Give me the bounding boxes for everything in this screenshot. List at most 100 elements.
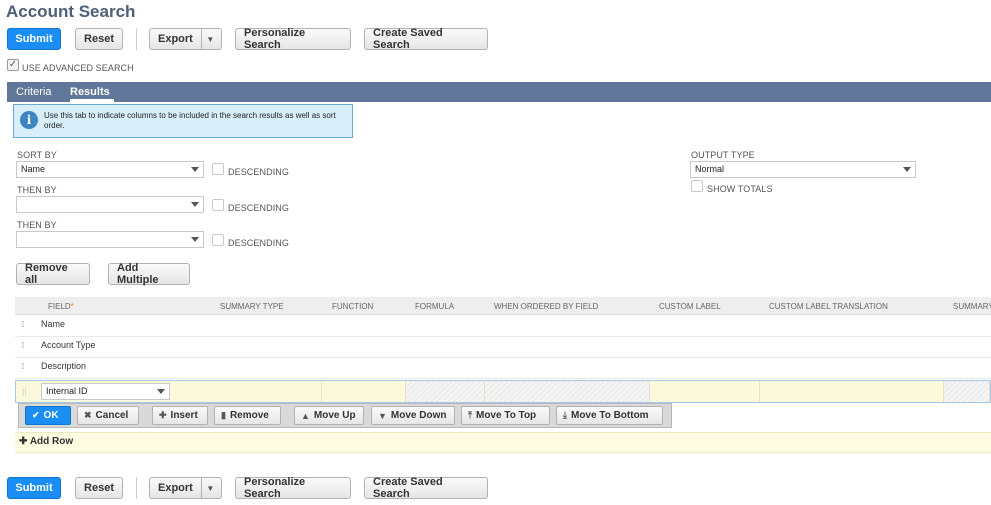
move-to-top-button[interactable]: ⤒ Move To Top: [461, 406, 550, 425]
grid-header: FIELD* SUMMARY TYPE FUNCTION FORMULA WHE…: [15, 297, 991, 315]
toolbar-divider: [136, 28, 137, 50]
export-button[interactable]: Export ▼: [149, 28, 222, 50]
remove-button[interactable]: ▮ Remove: [214, 406, 281, 425]
info-text: Use this tab to indicate columns to be i…: [44, 111, 336, 130]
plus-icon: ✚: [19, 436, 28, 447]
sort-by-select[interactable]: Name: [16, 161, 204, 178]
descending-label-3: DESCENDING: [228, 238, 290, 248]
function-cell[interactable]: [322, 381, 406, 402]
row-field: Description: [41, 361, 87, 371]
personalize-search-button-bottom[interactable]: Personalize Search: [235, 476, 351, 500]
page-title: Account Search: [6, 2, 136, 21]
edit-row[interactable]: ⁞⁞ Internal ID: [15, 380, 991, 403]
output-type-value: Normal: [695, 164, 725, 174]
chevron-down-icon: [191, 237, 199, 242]
export-label: Export: [158, 33, 193, 45]
insert-button[interactable]: ✚ Insert: [152, 406, 208, 425]
summary-cell: [944, 381, 990, 402]
submit-button-bottom[interactable]: Submit: [7, 477, 61, 499]
info-message: i Use this tab to indicate columns to be…: [13, 104, 353, 138]
advanced-search-label: USE ADVANCED SEARCH: [22, 63, 134, 73]
descending-checkbox-1[interactable]: [212, 163, 224, 175]
chevron-down-icon: [191, 167, 199, 172]
sort-by-label: SORT BY: [17, 150, 57, 160]
show-totals-checkbox[interactable]: [691, 180, 703, 192]
move-down-button[interactable]: ▼ Move Down: [371, 406, 455, 425]
drag-handle-icon[interactable]: ⁞⁞: [21, 363, 25, 371]
then-by-label-2: THEN BY: [17, 220, 57, 230]
move-up-button[interactable]: ▲ Move Up: [294, 406, 364, 425]
descending-checkbox-2[interactable]: [212, 199, 224, 211]
add-multiple-button[interactable]: Add Multiple: [108, 262, 190, 286]
export-label: Export: [158, 482, 193, 494]
add-row-button[interactable]: ✚ Add Row: [19, 436, 73, 447]
chevron-down-icon: [157, 389, 165, 394]
drag-handle-icon[interactable]: ⁞⁞: [22, 388, 26, 397]
output-type-label: OUTPUT TYPE: [691, 150, 755, 160]
drag-handle-icon[interactable]: ⁞⁞: [21, 342, 25, 350]
info-icon: i: [20, 111, 38, 129]
arrow-down-icon: ⤓: [563, 410, 567, 420]
tab-bar: Criteria Results: [7, 82, 991, 102]
plus-icon: ✚: [159, 410, 167, 420]
active-tab-indicator: [70, 99, 114, 102]
trash-icon: ▮: [221, 410, 226, 420]
output-type-select[interactable]: Normal: [690, 161, 916, 178]
formula-cell: [406, 381, 485, 402]
chevron-down-icon: [191, 202, 199, 207]
cancel-label: Cancel: [95, 410, 129, 421]
move-to-bottom-label: Move To Bottom: [570, 410, 649, 421]
header-field: FIELD*: [48, 302, 74, 311]
submit-button[interactable]: Submit: [7, 28, 61, 50]
checkmark-icon: ✔: [32, 410, 40, 420]
custom-label-translation-cell[interactable]: [760, 381, 944, 402]
descending-checkbox-3[interactable]: [212, 234, 224, 246]
move-to-top-label: Move To Top: [475, 410, 537, 421]
summary-type-cell[interactable]: [210, 381, 322, 402]
table-row[interactable]: ⁞⁞ Account Type: [15, 337, 991, 358]
show-totals-label: SHOW TOTALS: [707, 184, 773, 194]
personalize-search-button[interactable]: Personalize Search: [235, 27, 351, 51]
field-select[interactable]: Internal ID: [41, 383, 170, 400]
advanced-search-checkbox[interactable]: ✓: [7, 59, 19, 71]
header-when-ordered-by-field: WHEN ORDERED BY FIELD: [494, 302, 599, 311]
arrow-down-icon: ▼: [378, 410, 387, 421]
table-row[interactable]: ⁞⁞ Name: [15, 316, 991, 337]
descending-label-2: DESCENDING: [228, 203, 290, 213]
move-to-bottom-button[interactable]: ⤓ Move To Bottom: [556, 406, 663, 425]
create-saved-search-button-bottom[interactable]: Create Saved Search: [364, 476, 488, 500]
table-row[interactable]: ⁞⁞ Description: [15, 358, 991, 379]
remove-all-button[interactable]: Remove all: [16, 262, 90, 286]
export-button-bottom[interactable]: Export ▼: [149, 477, 222, 499]
chevron-down-icon[interactable]: ▼: [200, 478, 219, 498]
header-summary-type: SUMMARY TYPE: [220, 302, 284, 311]
toolbar-divider: [136, 477, 137, 499]
remove-label: Remove: [229, 410, 269, 421]
close-icon: ✖: [84, 410, 92, 420]
custom-label-cell[interactable]: [650, 381, 760, 402]
row-action-bar: ✔ OK ✖ Cancel ✚ Insert ▮ Remove ▲ Move U…: [18, 403, 672, 428]
tab-criteria[interactable]: Criteria: [16, 86, 51, 98]
chevron-down-icon[interactable]: ▼: [200, 29, 219, 49]
move-down-label: Move Down: [390, 410, 447, 421]
arrow-up-icon: ⤒: [468, 410, 472, 420]
header-custom-label: CUSTOM LABEL: [659, 302, 721, 311]
add-row-label: Add Row: [29, 436, 74, 447]
drag-handle-icon[interactable]: ⁞⁞: [21, 321, 25, 329]
reset-button-bottom[interactable]: Reset: [75, 477, 123, 499]
when-ordered-by-cell: [485, 381, 650, 402]
tab-results[interactable]: Results: [70, 86, 110, 98]
then-by-select-1[interactable]: [16, 196, 204, 213]
header-summary: SUMMARY: [953, 302, 991, 311]
header-function: FUNCTION: [332, 302, 374, 311]
ok-label: OK: [43, 410, 59, 421]
field-select-value: Internal ID: [46, 386, 88, 396]
chevron-down-icon: [903, 167, 911, 172]
reset-button[interactable]: Reset: [75, 28, 123, 50]
row-field: Name: [41, 319, 66, 329]
cancel-button[interactable]: ✖ Cancel: [77, 406, 139, 425]
arrow-up-icon: ▲: [301, 410, 310, 421]
ok-button[interactable]: ✔ OK: [25, 406, 71, 425]
then-by-select-2[interactable]: [16, 231, 204, 248]
create-saved-search-button[interactable]: Create Saved Search: [364, 27, 488, 51]
